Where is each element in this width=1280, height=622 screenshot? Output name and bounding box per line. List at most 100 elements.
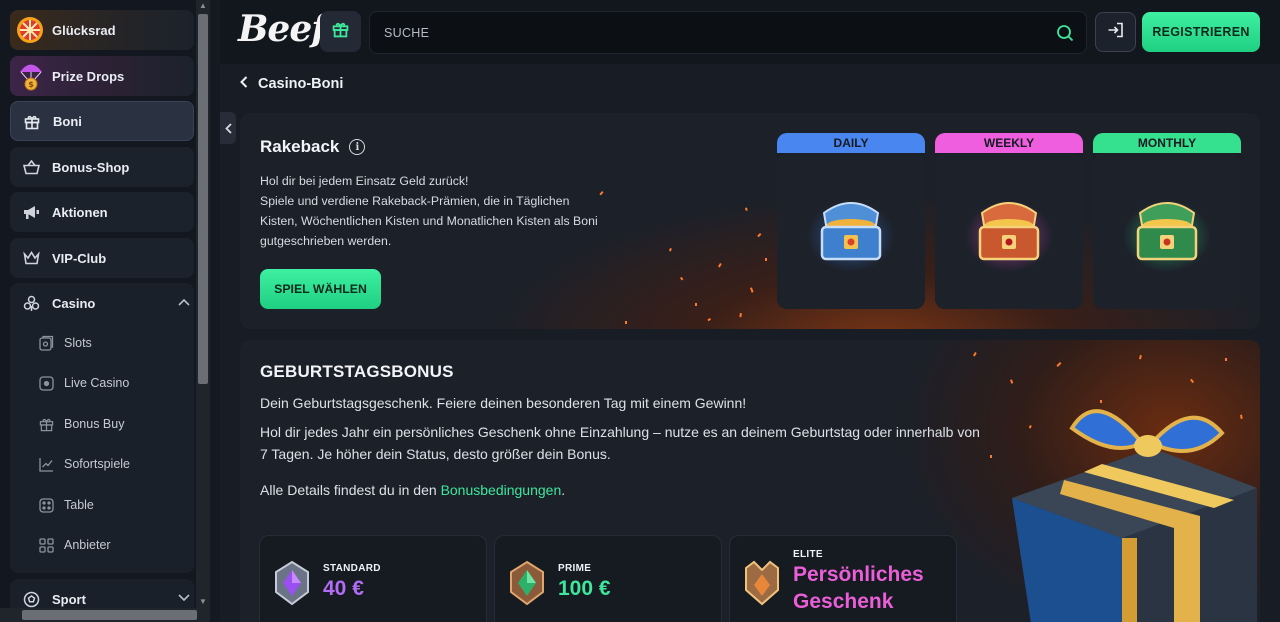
- scroll-up-icon[interactable]: ▲: [196, 0, 210, 12]
- sidebar-item-label: Casino: [52, 295, 96, 311]
- rakeback-line-1: Hol dir bei jedem Einsatz Geld zurück!: [260, 174, 469, 188]
- sidebar-item-label: Bonus-Shop: [52, 159, 130, 175]
- rakeback-description: Hol dir bei jedem Einsatz Geld zurück! S…: [260, 171, 600, 251]
- football-icon: [22, 590, 40, 608]
- sidebar-sub-bonus-buy[interactable]: Bonus Buy: [10, 406, 194, 442]
- dice-icon: [38, 497, 54, 513]
- tier-badge-icon: [510, 560, 544, 606]
- chest-card-monthly[interactable]: MONTHLY: [1093, 133, 1241, 309]
- sidebar-item-label: VIP-Club: [52, 250, 107, 266]
- chest-body: [1093, 153, 1241, 309]
- tier-card-elite: ELITE Persönliches Geschenk: [729, 535, 957, 622]
- sidebar-scrollbar[interactable]: ▲ ▼: [196, 0, 210, 608]
- search-icon[interactable]: [1056, 24, 1074, 42]
- choose-game-button[interactable]: SPIEL WÄHLEN: [260, 269, 381, 309]
- bonus-terms-link[interactable]: Bonusbedingungen: [441, 482, 562, 498]
- chest-card-daily[interactable]: DAILY: [777, 133, 925, 309]
- register-button[interactable]: REGISTRIEREN: [1142, 12, 1260, 52]
- tier-card-prime: PRIME 100 €: [494, 535, 722, 622]
- sidebar-item-prize-drops[interactable]: $ Prize Drops: [10, 56, 194, 96]
- slot-icon: [38, 335, 54, 351]
- scroll-down-icon[interactable]: ▼: [196, 596, 210, 608]
- sidebar-item-vip-club[interactable]: VIP-Club: [10, 238, 194, 278]
- chevron-down-icon[interactable]: [178, 591, 190, 605]
- rakeback-title-text: Rakeback: [260, 137, 340, 156]
- terms-suffix: .: [561, 482, 566, 498]
- sidebar-item-label: Aktionen: [52, 204, 108, 220]
- sidebar-item-label: Boni: [53, 113, 82, 129]
- breadcrumb[interactable]: Casino-Boni: [240, 74, 343, 94]
- tier-name: ELITE: [793, 549, 823, 560]
- tier-badge-icon: [745, 560, 779, 606]
- sidebar-item-label: Sport: [52, 591, 86, 607]
- crown-icon: [22, 249, 40, 267]
- scrollbar-thumb[interactable]: [198, 14, 208, 384]
- sidebar-sub-label: Table: [64, 498, 94, 512]
- birthday-terms-line: Alle Details findest du in den Bonusbedi…: [260, 482, 565, 498]
- search-bar: [369, 11, 1087, 54]
- sidebar-sub-label: Sofortspiele: [64, 457, 131, 471]
- scrollbar-thumb[interactable]: [22, 610, 197, 620]
- gift-icon: [332, 21, 349, 43]
- sidebar-item-aktionen[interactable]: Aktionen: [10, 192, 194, 232]
- chest-label: MONTHLY: [1093, 133, 1241, 153]
- tier-card-standard: STANDARD 40 €: [259, 535, 487, 622]
- sidebar: Glücksrad $ Prize Drops Boni Bonus-Shop …: [0, 0, 210, 622]
- chest-body: [935, 153, 1083, 309]
- live-icon: [38, 375, 54, 391]
- sidebar-item-gluecksrad[interactable]: Glücksrad: [10, 10, 194, 50]
- chevron-up-icon[interactable]: [178, 295, 190, 309]
- sidebar-sub-live-casino[interactable]: Live Casino: [10, 365, 194, 401]
- rakeback-card: Rakeback i Hol dir bei jedem Einsatz Gel…: [240, 113, 1260, 329]
- shopping-basket-icon: [22, 158, 40, 176]
- gift-outline-icon: [38, 416, 54, 432]
- birthday-description: Hol dir jedes Jahr ein persönliches Gesc…: [260, 424, 980, 462]
- info-icon[interactable]: i: [349, 139, 366, 155]
- chest-card-weekly[interactable]: WEEKLY: [935, 133, 1083, 309]
- sidebar-sub-sofortspiele[interactable]: Sofortspiele: [10, 446, 194, 482]
- sidebar-collapse-button[interactable]: [220, 112, 236, 144]
- svg-text:$: $: [28, 80, 34, 89]
- login-icon: [1107, 22, 1124, 43]
- sidebar-sub-label: Bonus Buy: [64, 417, 125, 431]
- gift-button[interactable]: [320, 11, 361, 52]
- tier-value: 40 €: [323, 577, 364, 600]
- sidebar-item-label: Glücksrad: [52, 22, 116, 38]
- chevron-left-icon: [224, 122, 232, 134]
- sidebar-sub-table[interactable]: Table: [10, 487, 194, 523]
- chest-body: [777, 153, 925, 309]
- birthday-bonus-title: GEBURTSTAGSBONUS: [260, 362, 454, 381]
- treasure-chest-icon: [807, 200, 895, 271]
- sidebar-item-casino[interactable]: Casino: [10, 283, 194, 323]
- search-input[interactable]: [384, 12, 1044, 53]
- login-button[interactable]: [1095, 12, 1136, 52]
- chart-icon: [38, 456, 54, 472]
- tier-value: 100 €: [558, 577, 611, 600]
- tier-name: STANDARD: [323, 563, 381, 574]
- rakeback-title: Rakeback i: [260, 137, 366, 157]
- sidebar-item-bonus-shop[interactable]: Bonus-Shop: [10, 147, 194, 187]
- megaphone-icon: [22, 203, 40, 221]
- rakeback-line-2: Spiele und verdiene Rakeback-Prämien, di…: [260, 194, 598, 248]
- cards-icon: [22, 294, 40, 312]
- parachute-coin-icon: $: [18, 61, 44, 91]
- chest-label: WEEKLY: [935, 133, 1083, 153]
- sidebar-item-label: Prize Drops: [52, 68, 125, 84]
- chevron-left-icon[interactable]: [240, 76, 248, 92]
- sidebar-sub-slots[interactable]: Slots: [10, 325, 194, 361]
- grid-icon: [38, 537, 54, 553]
- tier-name: PRIME: [558, 563, 592, 574]
- sidebar-sub-label: Anbieter: [64, 538, 111, 552]
- sidebar-item-boni[interactable]: Boni: [10, 101, 194, 141]
- gift-icon: [23, 113, 41, 131]
- sidebar-sub-anbieter[interactable]: Anbieter: [10, 527, 194, 563]
- breadcrumb-label: Casino-Boni: [258, 76, 344, 92]
- terms-prefix: Alle Details findest du in den: [260, 482, 437, 498]
- sidebar-group-casino: Casino Slots Live Casino Bonus Buy Sofor…: [10, 283, 194, 573]
- sidebar-sub-label: Live Casino: [64, 376, 130, 390]
- sidebar-horizontal-scrollbar[interactable]: [0, 608, 210, 622]
- treasure-chest-icon: [965, 200, 1053, 271]
- tier-badge-icon: [275, 560, 309, 606]
- wheel-of-fortune-icon: [16, 16, 44, 44]
- brand-logo[interactable]: Beef: [238, 8, 327, 50]
